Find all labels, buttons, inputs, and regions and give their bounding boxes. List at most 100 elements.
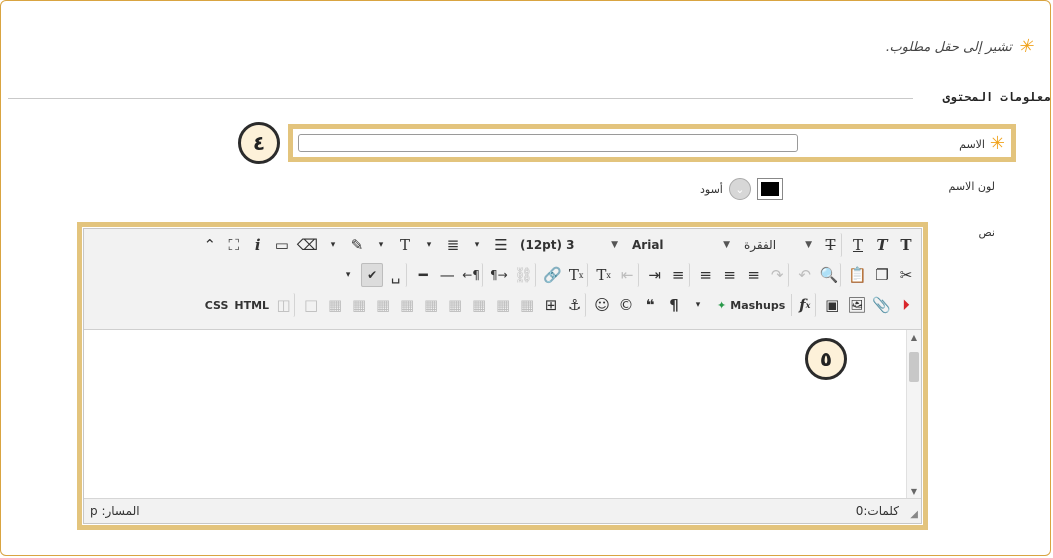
attach-file-icon[interactable]: 📎	[870, 293, 893, 317]
rtl-icon[interactable]: ←¶	[460, 263, 483, 287]
copy-icon[interactable]: ❐	[871, 263, 893, 287]
scroll-down-icon[interactable]: ▼	[907, 484, 921, 498]
paragraph-format-select[interactable]: الفقرة ▼	[738, 234, 818, 256]
table-col-delete-icon[interactable]: ▦	[324, 293, 346, 317]
word-count: كلمات:0	[855, 504, 899, 518]
font-family-label: Arial	[632, 238, 664, 252]
anchor-icon[interactable]: ⚓	[564, 293, 587, 317]
insert-table-icon[interactable]: ⊞	[540, 293, 562, 317]
bold-icon[interactable]: T	[895, 233, 917, 257]
italic-icon[interactable]: T	[871, 233, 893, 257]
chevron-down-icon[interactable]: ▾	[466, 233, 488, 257]
thick-rule-icon[interactable]: ━	[412, 263, 434, 287]
subscript-icon[interactable]: Tx	[566, 263, 588, 287]
chevron-down-icon[interactable]: ▾	[322, 233, 344, 257]
name-color-label: لون الاسم	[948, 180, 995, 193]
underline-icon[interactable]: T	[847, 233, 869, 257]
resize-grip-icon[interactable]: ◢	[910, 509, 918, 520]
chevron-down-icon[interactable]: ▾	[687, 293, 709, 317]
chevron-down-icon[interactable]: ▾	[337, 263, 359, 287]
insert-image-icon[interactable]: 🖼	[845, 293, 868, 317]
strikethrough-icon[interactable]: T	[820, 233, 842, 257]
link-icon[interactable]: 🔗	[541, 263, 564, 287]
font-size-select[interactable]: (12pt) 3 ▼	[514, 234, 624, 256]
find-icon[interactable]: 🔍	[818, 263, 842, 287]
youtube-icon[interactable]: ⏵	[895, 293, 917, 317]
paste-icon[interactable]: 📋	[846, 263, 869, 287]
callout-bubble-4: ٤	[238, 122, 280, 164]
chevron-down-icon[interactable]: ▾	[370, 233, 392, 257]
text-label: نص	[978, 226, 995, 239]
editor-content-area[interactable]	[84, 330, 907, 498]
spellcheck-icon[interactable]: ✔	[361, 263, 384, 287]
chevron-down-icon: ▼	[611, 240, 618, 250]
editor-scrollbar[interactable]: ▲ ▼	[906, 330, 921, 498]
required-star-icon: ✳	[1017, 36, 1033, 57]
table-row-props-icon[interactable]: ◫	[273, 293, 296, 317]
required-note-text: تشير إلى حقل مطلوب.	[885, 39, 1012, 55]
chevron-down-icon[interactable]: ▾	[418, 233, 440, 257]
superscript-icon[interactable]: Tx	[593, 263, 615, 287]
name-color-picker: ⌄ أسود	[700, 178, 783, 200]
editor-status-bar: المسار: p كلمات:0 ◢	[84, 498, 921, 523]
highlight-color-icon[interactable]: ✎	[346, 233, 368, 257]
info-icon[interactable]: i	[247, 233, 269, 257]
collapse-toolbar-icon[interactable]: ⌃	[199, 233, 221, 257]
redo-icon[interactable]: ↷	[767, 263, 789, 287]
indent-icon[interactable]: ⇥	[644, 263, 666, 287]
align-center-icon[interactable]: ≡	[719, 263, 741, 287]
pilcrow-icon[interactable]: ¶	[663, 293, 685, 317]
insert-media-icon[interactable]: ▣	[821, 293, 843, 317]
fullscreen-icon[interactable]: ⛶	[223, 233, 245, 257]
required-field-note: ✳ تشير إلى حقل مطلوب.	[885, 38, 1033, 56]
font-size-label: (12pt) 3	[520, 238, 575, 252]
table-col-before-icon[interactable]: ▦	[372, 293, 394, 317]
undo-icon[interactable]: ↶	[794, 263, 816, 287]
emoticon-icon[interactable]: ☺	[591, 293, 613, 317]
ltr-icon[interactable]: ¶→	[488, 263, 510, 287]
table-col-after-icon[interactable]: ▦	[348, 293, 370, 317]
mashups-label: Mashups	[730, 298, 786, 312]
section-title: معلومات المحتوى	[942, 90, 1051, 104]
cut-icon[interactable]: ✂	[895, 263, 917, 287]
blockquote-icon[interactable]: ❝	[639, 293, 661, 317]
chevron-down-icon: ▼	[723, 240, 730, 250]
numbered-list-icon[interactable]: ≣	[442, 233, 464, 257]
copyright-icon[interactable]: ©	[615, 293, 637, 317]
table-row-delete-icon[interactable]: ▦	[396, 293, 418, 317]
font-family-select[interactable]: Arial ▼	[626, 234, 736, 256]
css-button[interactable]: CSS	[203, 293, 231, 317]
color-swatch[interactable]	[756, 178, 783, 200]
nonbreaking-space-icon[interactable]: ␣	[385, 263, 408, 287]
table-row-after-icon[interactable]: ▦	[420, 293, 442, 317]
html-button[interactable]: HTML	[232, 293, 271, 317]
align-right-icon[interactable]: ≡	[695, 263, 717, 287]
scroll-up-icon[interactable]: ▲	[907, 330, 921, 344]
color-picker-button[interactable]: ⌄	[728, 178, 751, 200]
table-delete-icon[interactable]: ▦	[516, 293, 538, 317]
text-color-icon[interactable]: T	[394, 233, 416, 257]
mashups-icon: ✦	[717, 298, 727, 312]
mashups-menu[interactable]: ✦ Mashups	[711, 294, 793, 316]
scroll-thumb[interactable]	[909, 352, 919, 382]
preview-icon[interactable]: ▭	[271, 233, 293, 257]
unlink-icon[interactable]: ⛓	[512, 263, 536, 287]
table-cell-props-icon[interactable]: □	[300, 293, 322, 317]
table-merge-icon[interactable]: ▦	[492, 293, 514, 317]
align-justify-icon[interactable]: ≡	[668, 263, 690, 287]
toolbar-row-3: ⏵ 📎 🖼 ▣ fx ✦ Mashups ▾ ¶ ❝ © ☺ ⚓ ⊞ ▦ ▦ ▦…	[84, 291, 921, 319]
table-split-icon[interactable]: ▦	[468, 293, 490, 317]
horizontal-rule-icon[interactable]: —	[436, 263, 458, 287]
toolbar-row-2: ✂ ❐ 📋 🔍 ↶ ↷ ≡ ≡ ≡ ≡ ⇥ ⇤ Tx Tx 🔗 ⛓ ¶→ ←¶ …	[84, 261, 921, 289]
color-swatch-fill	[760, 182, 779, 196]
bullet-list-icon[interactable]: ☰	[490, 233, 512, 257]
align-left-icon[interactable]: ≡	[743, 263, 765, 287]
chevron-down-icon: ▼	[805, 240, 812, 250]
chevron-down-icon: ⌄	[735, 182, 745, 196]
math-formula-icon[interactable]: fx	[794, 293, 817, 317]
name-input[interactable]	[298, 134, 798, 152]
table-row-before-icon[interactable]: ▦	[444, 293, 466, 317]
section-divider	[8, 98, 913, 99]
outdent-icon[interactable]: ⇤	[617, 263, 639, 287]
eraser-icon[interactable]: ⌫	[295, 233, 320, 257]
